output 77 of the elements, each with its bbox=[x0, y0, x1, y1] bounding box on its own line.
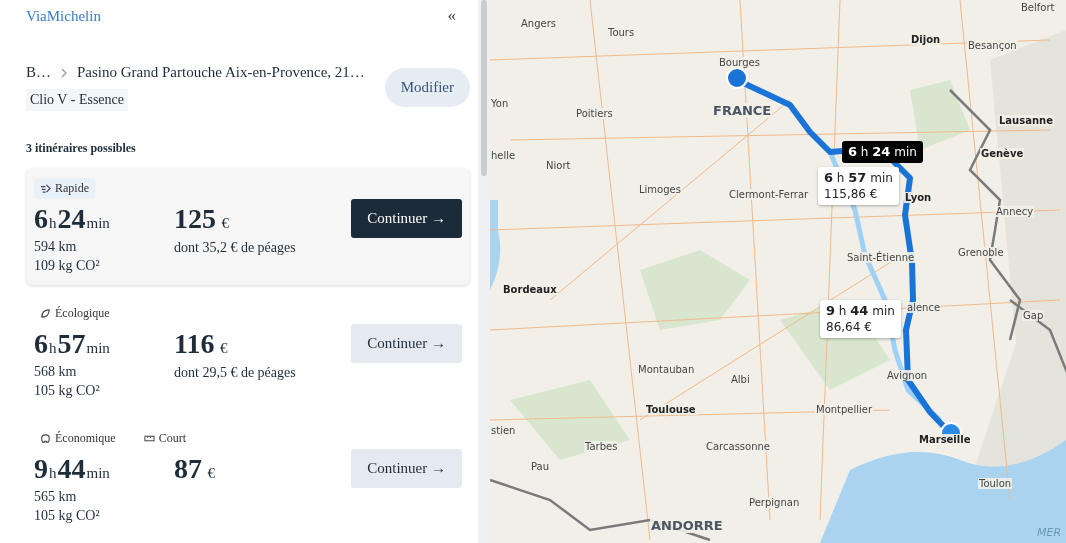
route-card[interactable]: Économique Court 9h44min 565 km 105 kg CO² 87 € Continuer → bbox=[26, 418, 470, 535]
speed-icon bbox=[40, 183, 51, 194]
destination-text: Pasino Grand Partouche Aix-en-Provence, 21… bbox=[77, 64, 365, 81]
place-label: Belfort bbox=[1020, 2, 1056, 13]
scrollbar-thumb[interactable] bbox=[481, 0, 487, 176]
place-label: stien bbox=[490, 425, 517, 436]
place-label: alence bbox=[906, 302, 942, 313]
place-label: Toulouse bbox=[645, 404, 697, 415]
tolls-text: dont 29,5 € de péages bbox=[174, 364, 297, 382]
distance-text: 568 km bbox=[34, 363, 78, 381]
place-label: Dijon bbox=[910, 34, 942, 45]
continue-button[interactable]: Continuer → bbox=[351, 449, 462, 488]
place-label: FRANCE bbox=[712, 103, 773, 118]
place-label: Tours bbox=[607, 27, 636, 38]
route-callout[interactable]: 9 h 44 min 86,64 € bbox=[820, 300, 901, 338]
place-label: Grenoble bbox=[957, 247, 1005, 258]
route-callout[interactable]: 6 h 57 min 115,86 € bbox=[818, 167, 899, 205]
duration-text: 6h24min bbox=[34, 205, 111, 236]
route-tag: Court bbox=[137, 428, 192, 449]
route-card[interactable]: Écologique 6h57min 568 km 105 kg CO² 116 € dont 29,5 € de péages Continuer → bbox=[26, 293, 470, 410]
map-drawing[interactable] bbox=[490, 0, 1066, 543]
place-label: Angers bbox=[520, 18, 557, 29]
route-tag: Rapide bbox=[34, 178, 95, 199]
tolls-text: dont 35,2 € de péages bbox=[174, 239, 297, 257]
leaf-icon bbox=[40, 308, 51, 319]
modify-button[interactable]: Modifier bbox=[384, 68, 470, 107]
place-label: Lyon bbox=[904, 192, 933, 203]
place-label: Clermont-Ferrar bbox=[728, 189, 810, 200]
place-label: Saint-Étienne bbox=[846, 252, 916, 263]
place-label: Genève bbox=[980, 148, 1025, 159]
collapse-button[interactable]: « bbox=[447, 6, 456, 26]
distance-text: 594 km bbox=[34, 238, 78, 256]
continue-button[interactable]: Continuer → bbox=[351, 199, 462, 238]
place-label: Albi bbox=[730, 374, 751, 385]
place-label: Bourges bbox=[718, 57, 761, 68]
place-label: Poitiers bbox=[575, 108, 614, 119]
place-label: Avignon bbox=[886, 370, 929, 381]
price-text: 116 € bbox=[174, 330, 229, 361]
place-label: Annecy bbox=[995, 206, 1035, 217]
place-label: Besançon bbox=[967, 40, 1018, 51]
ruler-icon bbox=[143, 433, 155, 444]
routes-title: 3 itinéraires possibles bbox=[26, 141, 137, 156]
logo[interactable]: ViaMichelin bbox=[26, 7, 101, 25]
place-label: Bordeaux bbox=[502, 284, 558, 295]
piggy-bank-icon bbox=[40, 433, 51, 444]
co2-text: 109 kg CO² bbox=[34, 257, 101, 275]
place-label: Tarbes bbox=[584, 441, 619, 452]
place-label: Montpellier bbox=[815, 404, 874, 415]
place-label: Carcassonne bbox=[705, 441, 771, 452]
place-label: Limoges bbox=[638, 184, 682, 195]
duration-text: 6h57min bbox=[34, 330, 111, 361]
route-tag: Économique bbox=[34, 428, 122, 449]
vehicle-chip[interactable]: Clio V - Essence bbox=[26, 89, 128, 111]
co2-text: 105 kg CO² bbox=[34, 507, 101, 525]
duration-text: 9h44min bbox=[34, 455, 111, 486]
place-label: Pau bbox=[530, 461, 551, 472]
price-text: 87 € bbox=[174, 455, 216, 486]
distance-text: 565 km bbox=[34, 488, 78, 506]
place-label: Gap bbox=[1022, 310, 1045, 321]
route-callout[interactable]: 6 h 24 min bbox=[842, 141, 923, 163]
continue-button[interactable]: Continuer → bbox=[351, 324, 462, 363]
place-label: MER bbox=[1036, 526, 1063, 539]
route-card[interactable]: Rapide 6h24min 594 km 109 kg CO² 125 € dont 35,2 € de péages Continuer → bbox=[26, 168, 470, 285]
route-tag: Écologique bbox=[34, 303, 116, 324]
origin-text: B… bbox=[26, 64, 51, 81]
place-label: Lausanne bbox=[998, 115, 1054, 126]
place-label: Perpignan bbox=[748, 497, 801, 508]
place-label: Niort bbox=[545, 160, 572, 171]
chevron-right-icon bbox=[59, 67, 69, 78]
place-label: Marseille bbox=[918, 434, 972, 445]
place-label: helle bbox=[490, 150, 517, 161]
place-label: Montauban bbox=[637, 364, 696, 375]
place-label: Yon bbox=[490, 98, 510, 109]
place-label: ANDORRE bbox=[650, 518, 724, 533]
price-text: 125 € bbox=[174, 205, 230, 236]
co2-text: 105 kg CO² bbox=[34, 382, 101, 400]
place-label: Toulon bbox=[978, 478, 1013, 489]
